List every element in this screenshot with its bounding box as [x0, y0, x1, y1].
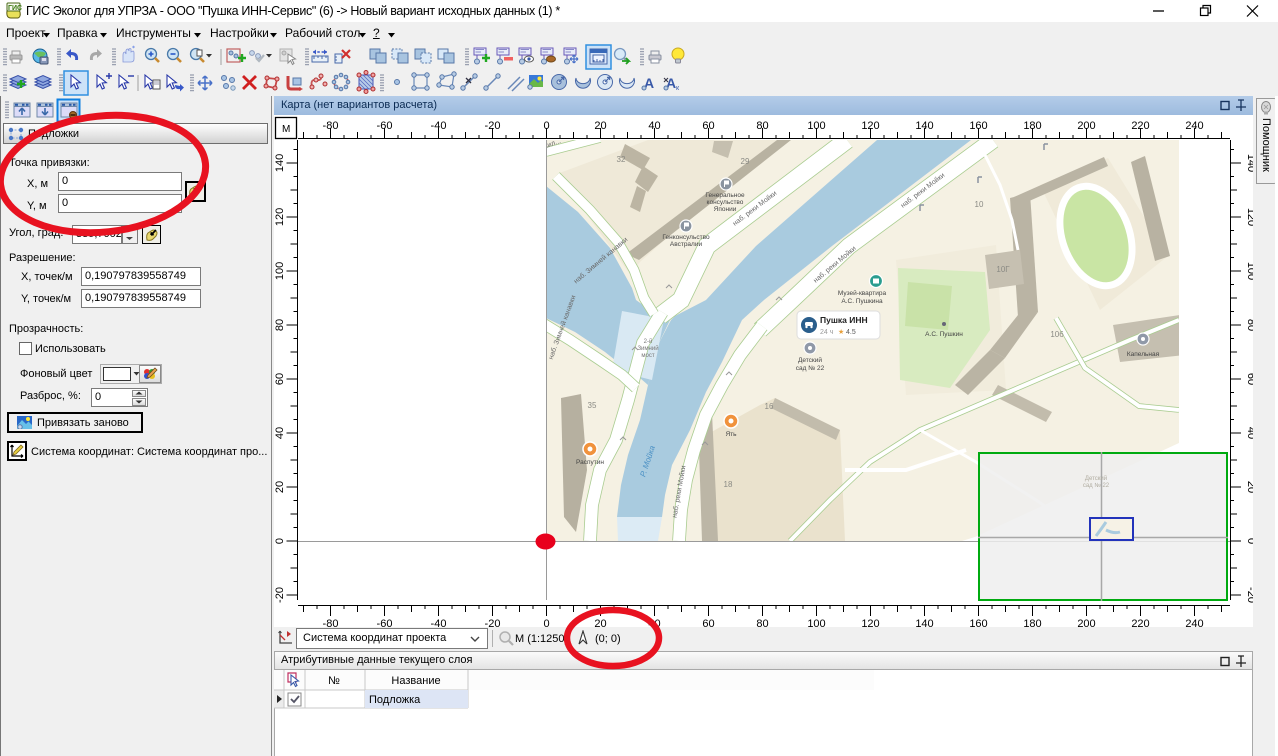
svg-text:140: 140: [915, 120, 933, 132]
svg-text:-40: -40: [431, 120, 447, 132]
svg-text:60: 60: [274, 373, 286, 385]
svg-text:80: 80: [756, 618, 768, 627]
svg-text:140: 140: [274, 154, 286, 172]
svg-text:0: 0: [1245, 538, 1253, 544]
svg-text:сад № 22: сад № 22: [796, 365, 825, 372]
svg-text:60: 60: [702, 120, 714, 132]
svg-text:32: 32: [617, 155, 626, 164]
svg-text:-20: -20: [485, 618, 501, 627]
svg-text:Генконсульство: Генконсульство: [662, 234, 710, 241]
svg-text:200: 200: [1077, 120, 1095, 132]
svg-text:А.С. Пушкин: А.С. Пушкин: [925, 331, 963, 338]
svg-text:2-й: 2-й: [644, 338, 653, 345]
svg-text:№: №: [328, 675, 340, 687]
svg-text:24 ч: 24 ч: [820, 329, 834, 336]
svg-text:М: М: [282, 124, 290, 135]
svg-text:100: 100: [274, 262, 286, 280]
svg-text:Капельная: Капельная: [1127, 351, 1160, 358]
svg-text:220: 220: [1131, 120, 1149, 132]
svg-text:106: 106: [1050, 330, 1064, 339]
svg-text:ГИС: ГИС: [8, 5, 22, 12]
svg-text:Распутин: Распутин: [576, 459, 604, 466]
svg-text:100: 100: [807, 120, 825, 132]
svg-text:20: 20: [274, 481, 286, 493]
svg-text:80: 80: [756, 120, 768, 132]
svg-text:10Г: 10Г: [996, 265, 1010, 274]
svg-text:Японии: Японии: [714, 206, 737, 213]
svg-text:консульство: консульство: [707, 199, 744, 206]
svg-text:120: 120: [861, 618, 879, 627]
svg-text:-20: -20: [485, 120, 501, 132]
svg-text:★: ★: [838, 328, 844, 336]
svg-text:к: к: [676, 85, 680, 92]
svg-text:80: 80: [274, 319, 286, 331]
svg-text:240: 240: [1185, 120, 1203, 132]
svg-text:-20: -20: [274, 587, 286, 603]
svg-text:-80: -80: [323, 120, 339, 132]
svg-text:60: 60: [702, 618, 714, 627]
svg-text:А.С. Пушкина: А.С. Пушкина: [841, 298, 883, 305]
svg-text:10: 10: [975, 200, 984, 209]
svg-text:160: 160: [969, 618, 987, 627]
svg-text:160: 160: [969, 120, 987, 132]
svg-text:140: 140: [1245, 154, 1253, 172]
svg-text:0: 0: [543, 120, 549, 132]
svg-text:120: 120: [861, 120, 879, 132]
svg-text:80: 80: [1245, 319, 1253, 331]
svg-text:20: 20: [1245, 481, 1253, 493]
svg-text:240: 240: [1185, 618, 1203, 627]
svg-text:Генеральное: Генеральное: [705, 192, 745, 199]
svg-text:220: 220: [1131, 618, 1149, 627]
svg-text:100: 100: [1245, 262, 1253, 280]
svg-text:сад № 22: сад № 22: [1083, 482, 1110, 489]
svg-text:40: 40: [648, 120, 660, 132]
svg-text:120: 120: [274, 208, 286, 226]
svg-text:40: 40: [648, 618, 660, 627]
svg-text:140: 140: [915, 618, 933, 627]
svg-text:мост: мост: [641, 353, 654, 359]
svg-text:180: 180: [1023, 618, 1041, 627]
svg-text:-60: -60: [377, 120, 393, 132]
svg-text:16: 16: [765, 402, 774, 411]
svg-text:-40: -40: [431, 618, 447, 627]
svg-text:-60: -60: [377, 618, 393, 627]
svg-text:Ять: Ять: [725, 431, 737, 438]
svg-text:20: 20: [594, 618, 606, 627]
svg-text:20: 20: [594, 120, 606, 132]
svg-text:60: 60: [1245, 373, 1253, 385]
svg-text:120: 120: [1245, 208, 1253, 226]
svg-text:Подложка: Подложка: [369, 694, 421, 706]
svg-text:35: 35: [588, 401, 597, 410]
svg-text:-80: -80: [323, 618, 339, 627]
svg-text:Пушка ИНН: Пушка ИНН: [820, 315, 868, 325]
svg-text:29: 29: [741, 157, 750, 166]
svg-text:180: 180: [1023, 120, 1041, 132]
svg-text:0: 0: [543, 618, 549, 627]
svg-text:18: 18: [724, 480, 733, 489]
svg-text:100: 100: [807, 618, 825, 627]
svg-text:40: 40: [1245, 427, 1253, 439]
svg-text:Зимний: Зимний: [637, 345, 658, 352]
svg-text:4.5: 4.5: [846, 329, 856, 336]
svg-text:Название: Название: [391, 675, 440, 687]
svg-text:-20: -20: [1245, 587, 1253, 603]
svg-text:40: 40: [274, 427, 286, 439]
svg-text:Музей-квартира: Музей-квартира: [838, 289, 887, 297]
svg-text:0: 0: [274, 538, 286, 544]
svg-text:Детский: Детский: [1085, 475, 1107, 482]
svg-text:200: 200: [1077, 618, 1095, 627]
svg-text:Австралии: Австралии: [670, 241, 703, 248]
svg-text:Детский: Детский: [798, 356, 822, 364]
